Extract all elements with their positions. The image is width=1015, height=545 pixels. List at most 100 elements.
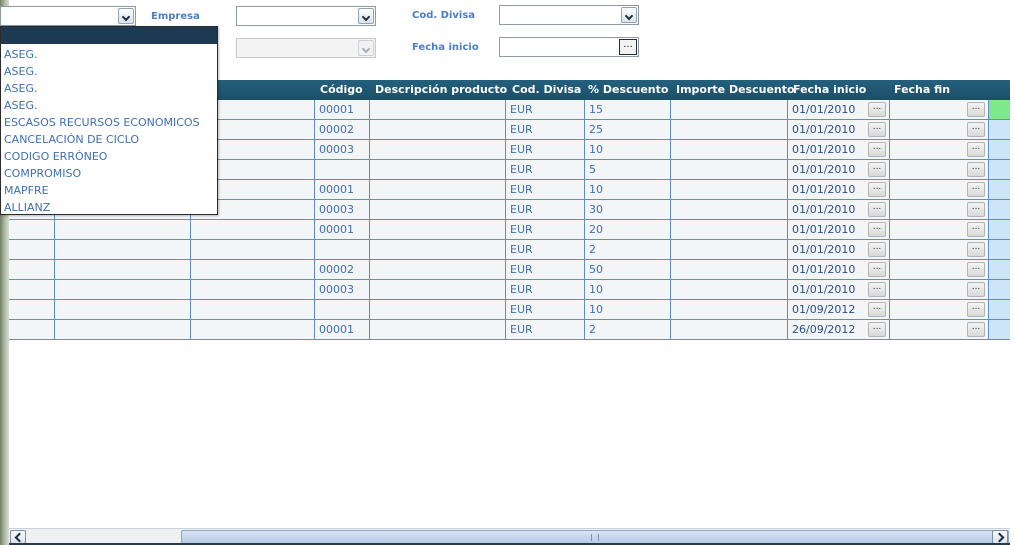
date-picker-button[interactable]: ... [868,122,886,137]
date-picker-button[interactable]: ... [868,142,886,157]
cell-fecha-fin[interactable]: ... [890,260,989,279]
cell-fecha-fin[interactable]: ... [890,300,989,319]
cell-descuento[interactable]: 10 [585,280,671,299]
cell-codigo[interactable]: 00002 [315,120,370,139]
row-marker[interactable] [989,120,1010,139]
row-marker[interactable] [989,180,1010,199]
cell-cod-divisa[interactable]: EUR [506,280,585,299]
cell-cod-divisa[interactable]: EUR [506,120,585,139]
cell-col-c[interactable] [191,320,315,339]
cell-codigo[interactable]: 00003 [315,200,370,219]
cell-col-a[interactable] [9,260,55,279]
chevron-down-icon[interactable] [118,8,134,24]
header-cod-divisa[interactable]: Cod. Divisa [512,80,581,100]
cell-col-b[interactable] [55,320,191,339]
header-descripcion[interactable]: Descripción producto [375,80,507,100]
header-descuento[interactable]: % Descuento [588,80,668,100]
cell-importe[interactable] [671,120,788,139]
row-marker[interactable] [989,260,1010,279]
date-picker-button[interactable]: ... [868,182,886,197]
cell-cod-divisa[interactable]: EUR [506,140,585,159]
cell-codigo[interactable]: 00001 [315,100,370,119]
dropdown-item[interactable]: ASEG. [1,80,217,97]
cell-cod-divisa[interactable]: EUR [506,240,585,259]
cell-descuento[interactable]: 10 [585,300,671,319]
cell-fecha-inicio[interactable]: 01/01/2010... [788,280,890,299]
cell-fecha-fin[interactable]: ... [890,160,989,179]
cell-fecha-inicio[interactable]: 01/01/2010... [788,240,890,259]
cell-codigo[interactable]: 00003 [315,280,370,299]
dropdown-item[interactable]: ASEG. [1,46,217,63]
cell-descuento[interactable]: 20 [585,220,671,239]
cell-fecha-inicio[interactable]: 26/09/2012... [788,320,890,339]
date-picker-button[interactable]: ... [868,322,886,337]
scroll-left-icon[interactable] [10,530,26,544]
cell-fecha-fin[interactable]: ... [890,100,989,119]
dropdown-item[interactable]: COMPROMISO [1,165,217,182]
cell-importe[interactable] [671,140,788,159]
cell-col-c[interactable] [191,240,315,259]
row-marker[interactable] [989,280,1010,299]
cell-codigo[interactable] [315,160,370,179]
header-fecha-fin[interactable]: Fecha fin [894,80,950,100]
cell-descripcion[interactable] [370,100,506,119]
cell-col-b[interactable] [55,260,191,279]
cell-fecha-fin[interactable]: ... [890,140,989,159]
date-picker-button[interactable]: ... [619,39,637,55]
row-marker[interactable] [989,320,1010,339]
cell-col-b[interactable] [55,280,191,299]
cell-cod-divisa[interactable]: EUR [506,300,585,319]
date-picker-button[interactable]: ... [967,182,985,197]
cell-col-a[interactable] [9,280,55,299]
date-picker-button[interactable]: ... [868,302,886,317]
row-marker[interactable] [989,200,1010,219]
empresa-select[interactable] [236,6,376,26]
date-picker-button[interactable]: ... [967,142,985,157]
cell-descripcion[interactable] [370,240,506,259]
cell-col-b[interactable] [55,300,191,319]
row-marker[interactable] [989,220,1010,239]
cell-descuento[interactable]: 30 [585,200,671,219]
cell-fecha-fin[interactable]: ... [890,120,989,139]
cell-importe[interactable] [671,220,788,239]
cell-codigo[interactable]: 00001 [315,320,370,339]
cell-importe[interactable] [671,260,788,279]
date-picker-button[interactable]: ... [967,302,985,317]
cell-importe[interactable] [671,100,788,119]
cell-col-b[interactable] [55,220,191,239]
cell-cod-divisa[interactable]: EUR [506,220,585,239]
cell-fecha-inicio[interactable]: 01/01/2010... [788,100,890,119]
date-picker-button[interactable]: ... [967,102,985,117]
cell-fecha-inicio[interactable]: 01/09/2012... [788,300,890,319]
table-row[interactable]: EUR 2 01/01/2010...... [9,240,1010,260]
cell-descripcion[interactable] [370,180,506,199]
scroll-right-icon[interactable] [992,530,1008,544]
cell-cod-divisa[interactable]: EUR [506,180,585,199]
cell-importe[interactable] [671,320,788,339]
cell-codigo[interactable] [315,300,370,319]
cell-col-b[interactable] [55,240,191,259]
cell-descuento[interactable]: 2 [585,240,671,259]
cell-col-a[interactable] [9,240,55,259]
header-codigo[interactable]: Código [320,80,363,100]
table-row[interactable]: 00003 EUR 10 01/01/2010...... [9,280,1010,300]
cell-descripcion[interactable] [370,320,506,339]
cell-fecha-fin[interactable]: ... [890,180,989,199]
row-marker[interactable] [989,160,1010,179]
cell-descripcion[interactable] [370,280,506,299]
cell-codigo[interactable]: 00002 [315,260,370,279]
cell-fecha-fin[interactable]: ... [890,320,989,339]
dropdown-item[interactable]: CODIGO ERRÓNEO [1,148,217,165]
date-picker-button[interactable]: ... [967,282,985,297]
cell-col-a[interactable] [9,300,55,319]
dropdown-item[interactable]: CANCELACIÓN DE CICLO [1,131,217,148]
dropdown-item[interactable]: ASEG. [1,97,217,114]
cell-codigo[interactable] [315,240,370,259]
table-row[interactable]: 00002 EUR 50 01/01/2010...... [9,260,1010,280]
cell-cod-divisa[interactable]: EUR [506,160,585,179]
cell-fecha-inicio[interactable]: 01/01/2010... [788,140,890,159]
cell-importe[interactable] [671,280,788,299]
cell-fecha-inicio[interactable]: 01/01/2010... [788,220,890,239]
header-importe[interactable]: Importe Descuento [676,80,795,100]
cell-cod-divisa[interactable]: EUR [506,100,585,119]
